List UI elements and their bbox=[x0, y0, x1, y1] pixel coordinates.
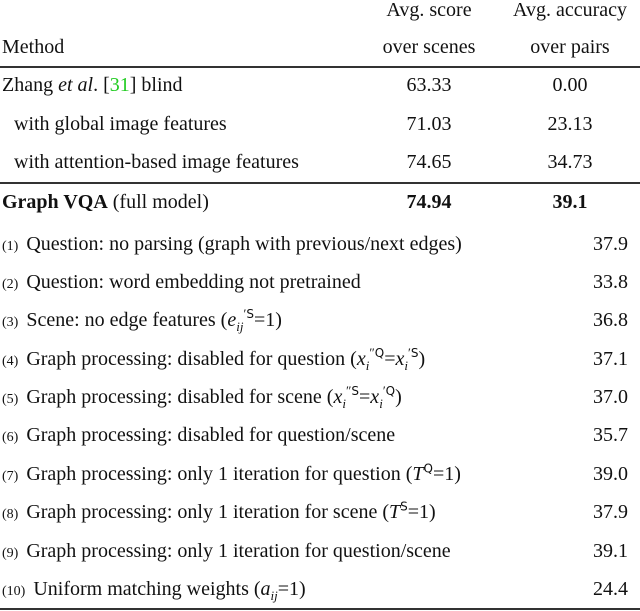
accuracy-value: 37.0 bbox=[593, 386, 628, 408]
ablation-row: (9) Graph processing: only 1 iteration fo… bbox=[0, 533, 640, 570]
accuracy-value: 34.73 bbox=[547, 151, 593, 173]
table-row-baseline: Zhang et al. [31] blind 63.33 0.00 bbox=[0, 67, 640, 104]
ablation-row: (10) Uniform matching weights (aij=1) 24.… bbox=[0, 571, 640, 608]
ablation-row: (7) Graph processing: only 1 iteration fo… bbox=[0, 456, 640, 493]
ablation-text: Graph processing: disabled for question/… bbox=[26, 424, 396, 446]
accuracy-value: 39.1 bbox=[552, 191, 588, 213]
accuracy-value: 36.8 bbox=[593, 309, 628, 331]
header-row-1: Avg. score Avg. accuracy bbox=[0, 0, 640, 29]
ablation-row: (4) Graph processing: disabled for questi… bbox=[0, 341, 640, 378]
table-row-global: with global image features 71.03 23.13 bbox=[0, 106, 640, 143]
method-name: Graph VQA (full model) bbox=[2, 191, 209, 213]
ablation-number: (1) bbox=[2, 239, 19, 254]
score-value: 71.03 bbox=[406, 113, 452, 135]
ablation-number: (4) bbox=[2, 354, 19, 369]
score-value: 63.33 bbox=[406, 74, 452, 96]
ablation-text: Graph processing: disabled for scene ( bbox=[26, 386, 334, 408]
ablation-number: (6) bbox=[2, 430, 19, 445]
ablation-number: (10) bbox=[2, 584, 26, 599]
col-accuracy-header-1: Avg. accuracy bbox=[512, 0, 627, 21]
results-table: Avg. score Avg. accuracy Method over sce… bbox=[0, 0, 640, 611]
method-name: with global image features bbox=[14, 113, 227, 135]
ablation-text: Scene: no edge features ( bbox=[26, 309, 228, 331]
ablation-row: (2) Question: word embedding not pretrain… bbox=[0, 264, 640, 301]
ablation-number: (7) bbox=[2, 469, 19, 484]
accuracy-value: 37.9 bbox=[593, 233, 628, 255]
ablation-number: (2) bbox=[2, 277, 19, 292]
citation-link[interactable]: 31 bbox=[110, 74, 130, 96]
accuracy-value: 24.4 bbox=[593, 578, 628, 600]
method-name: with attention-based image features bbox=[14, 151, 299, 173]
ablation-text: Graph processing: only 1 iteration for q… bbox=[26, 540, 451, 562]
table-row-full-model: Graph VQA (full model) 74.94 39.1 bbox=[0, 184, 640, 221]
ablation-row: (1) Question: no parsing (graph with prev… bbox=[0, 226, 640, 263]
ablation-text: Graph processing: disabled for question … bbox=[26, 348, 357, 370]
ablation-text: Question: word embedding not pretrained bbox=[26, 271, 361, 293]
col-method-header: Method bbox=[2, 36, 65, 58]
accuracy-value: 33.8 bbox=[593, 271, 628, 293]
accuracy-value: 35.7 bbox=[593, 424, 628, 446]
ablation-number: (8) bbox=[2, 507, 19, 522]
ablation-number: (9) bbox=[2, 546, 19, 561]
bottom-rule bbox=[0, 608, 640, 610]
col-accuracy-header-2: over pairs bbox=[530, 36, 610, 58]
accuracy-value: 37.9 bbox=[593, 501, 628, 523]
ablation-number: (5) bbox=[2, 392, 19, 407]
accuracy-value: 37.1 bbox=[593, 348, 628, 370]
col-score-header-2: over scenes bbox=[382, 36, 476, 58]
score-value: 74.94 bbox=[406, 191, 452, 213]
method-name: Zhang et al. [31] blind bbox=[2, 74, 183, 96]
ablation-row: (6) Graph processing: disabled for questi… bbox=[0, 417, 640, 454]
header-row-2: Method over scenes over pairs bbox=[0, 29, 640, 66]
score-value: 74.65 bbox=[406, 151, 452, 173]
table-row-attention: with attention-based image features 74.6… bbox=[0, 144, 640, 181]
accuracy-value: 39.1 bbox=[593, 540, 628, 562]
ablation-text: Uniform matching weights ( bbox=[33, 578, 261, 600]
col-score-header-1: Avg. score bbox=[386, 0, 472, 21]
ablation-row: (5) Graph processing: disabled for scene … bbox=[0, 379, 640, 416]
ablation-row: (3) Scene: no edge features (eij′S=1) 36.… bbox=[0, 302, 640, 339]
accuracy-value: 23.13 bbox=[547, 113, 593, 135]
ablation-text: Graph processing: only 1 iteration for q… bbox=[26, 463, 413, 485]
ablation-number: (3) bbox=[2, 315, 19, 330]
ablation-text: Question: no parsing (graph with previou… bbox=[26, 233, 462, 255]
accuracy-value: 0.00 bbox=[552, 74, 588, 96]
ablation-text: Graph processing: only 1 iteration for s… bbox=[26, 501, 389, 523]
ablation-row: (8) Graph processing: only 1 iteration fo… bbox=[0, 494, 640, 531]
accuracy-value: 39.0 bbox=[593, 463, 628, 485]
